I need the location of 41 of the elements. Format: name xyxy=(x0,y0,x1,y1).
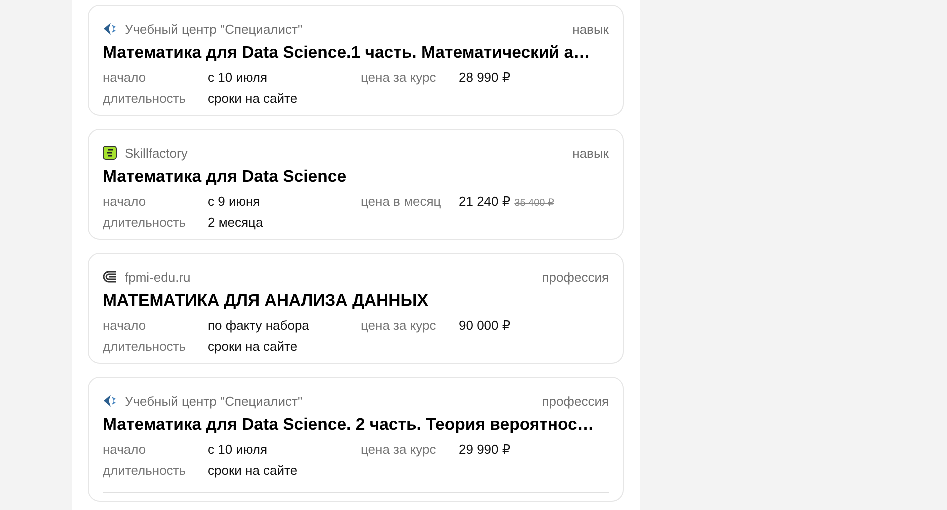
duration-value: сроки на сайте xyxy=(208,462,299,479)
course-type: профессия xyxy=(542,270,609,284)
price-label: цена за курс xyxy=(361,441,438,458)
course-title[interactable]: Математика для Data Science. 2 часть. Теория вероятнос… xyxy=(103,414,609,436)
course-type: навык xyxy=(572,22,609,36)
duration-value: сроки на сайте xyxy=(208,338,299,355)
provider-name: Skillfactory xyxy=(125,146,188,160)
start-value: с 9 июня xyxy=(208,193,262,210)
course-type: навык xyxy=(572,146,609,160)
start-value: по факту набора xyxy=(208,317,310,334)
arrow-logo-icon xyxy=(103,394,117,408)
duration-label: длительность xyxy=(103,462,188,479)
duration-label: длительность xyxy=(103,214,188,231)
duration-label: длительность xyxy=(103,338,188,355)
price-value: 90 000 ₽ xyxy=(459,317,511,334)
start-label: начало xyxy=(103,69,148,86)
provider-name: Учебный центр "Специалист" xyxy=(125,22,303,36)
duration-value: сроки на сайте xyxy=(208,90,299,107)
provider-name: Учебный центр "Специалист" xyxy=(125,394,303,408)
start-label: начало xyxy=(103,317,148,334)
start-label: начало xyxy=(103,193,148,210)
provider-name: fpmi-edu.ru xyxy=(125,270,191,284)
course-type: профессия xyxy=(542,394,609,408)
start-value: с 10 июля xyxy=(208,69,269,86)
price-value: 21 240 ₽ xyxy=(459,193,511,210)
price-label: цена за курс xyxy=(361,317,438,334)
square-logo-icon xyxy=(103,146,117,160)
price-value: 28 990 ₽ xyxy=(459,69,511,86)
course-title[interactable]: МАТЕМАТИКА ДЛЯ АНАЛИЗА ДАННЫХ xyxy=(103,290,609,312)
price-label: цена в месяц xyxy=(361,193,442,210)
price-label: цена за курс xyxy=(361,69,438,86)
start-label: начало xyxy=(103,441,148,458)
course-title[interactable]: Математика для Data Science.1 часть. Математический а… xyxy=(103,42,609,64)
duration-label: длительность xyxy=(103,90,188,107)
stripes-logo-icon xyxy=(103,270,117,284)
arrow-logo-icon xyxy=(103,22,117,36)
old-price: 35 400 ₽ xyxy=(514,197,554,210)
start-value: с 10 июля xyxy=(208,441,269,458)
duration-value: 2 месяца xyxy=(208,214,264,231)
course-title[interactable]: Математика для Data Science xyxy=(103,166,609,188)
price-value: 29 990 ₽ xyxy=(459,441,511,458)
